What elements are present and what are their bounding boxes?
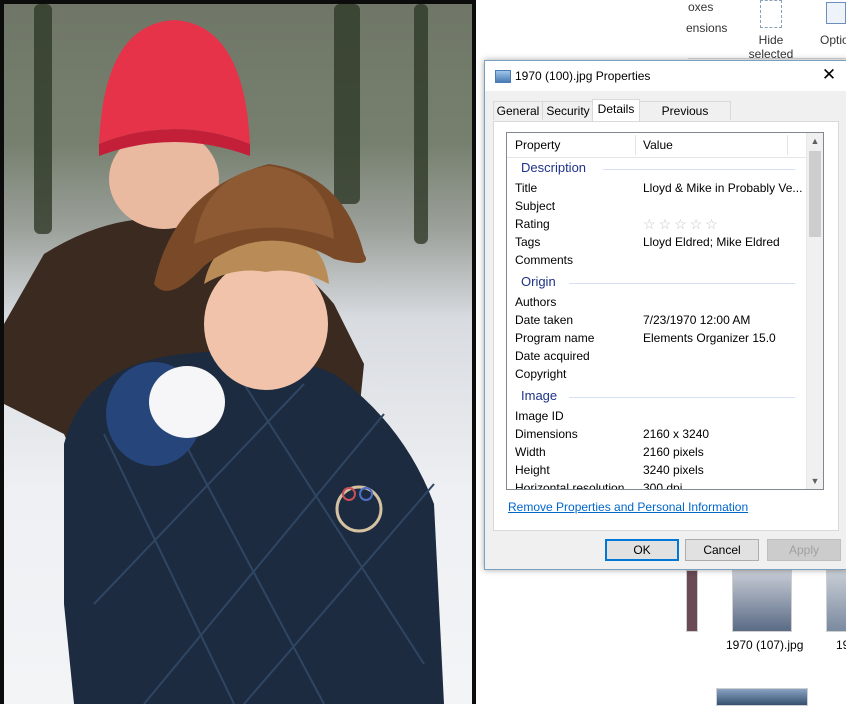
section-divider bbox=[569, 397, 795, 398]
property-row-date-taken[interactable]: Date taken 7/23/1970 12:00 AM bbox=[507, 311, 807, 329]
column-divider[interactable] bbox=[787, 135, 788, 155]
property-name: Rating bbox=[515, 217, 550, 231]
dialog-title: 1970 (100).jpg Properties bbox=[515, 69, 651, 83]
scroll-thumb[interactable] bbox=[809, 151, 821, 237]
file-thumbnail[interactable] bbox=[826, 570, 846, 632]
property-row-copyright[interactable]: Copyright bbox=[507, 365, 807, 383]
remove-properties-link[interactable]: Remove Properties and Personal Informati… bbox=[508, 500, 748, 514]
file-thumbnail[interactable] bbox=[716, 688, 808, 706]
property-name: Tags bbox=[515, 235, 541, 249]
section-heading: Description bbox=[521, 160, 587, 175]
star-icon[interactable]: ☆ bbox=[674, 215, 687, 233]
file-caption[interactable]: 19 bbox=[836, 638, 846, 652]
property-row-horizontal-resolution[interactable]: Horizontal resolution 300 dpi bbox=[507, 479, 807, 490]
apply-button[interactable]: Apply bbox=[767, 539, 841, 561]
section-image: Image bbox=[507, 387, 807, 407]
property-row-width[interactable]: Width 2160 pixels bbox=[507, 443, 807, 461]
column-divider[interactable] bbox=[635, 135, 636, 155]
property-value[interactable]: 2160 pixels bbox=[643, 443, 803, 461]
property-value[interactable]: 300 dpi bbox=[643, 479, 803, 489]
property-value[interactable]: 7/23/1970 12:00 AM bbox=[643, 311, 803, 329]
section-description: Description bbox=[507, 159, 807, 179]
property-name: Authors bbox=[515, 295, 557, 309]
ribbon-extensions-fragment[interactable]: ensions bbox=[686, 21, 727, 35]
tab-general[interactable]: General bbox=[493, 101, 543, 120]
properties-dialog: 1970 (100).jpg Properties ✕ General Secu… bbox=[484, 60, 846, 570]
property-name: Date taken bbox=[515, 313, 574, 327]
property-name: Width bbox=[515, 445, 546, 459]
star-icon[interactable]: ☆ bbox=[690, 215, 703, 233]
property-row-dimensions[interactable]: Dimensions 2160 x 3240 bbox=[507, 425, 807, 443]
property-row-date-acquired[interactable]: Date acquired bbox=[507, 347, 807, 365]
star-icon[interactable]: ☆ bbox=[659, 215, 672, 233]
property-row-comments[interactable]: Comments bbox=[507, 251, 807, 269]
property-value[interactable]: 2160 x 3240 bbox=[643, 425, 803, 443]
photo-image bbox=[4, 4, 472, 704]
property-name: Date acquired bbox=[515, 349, 590, 363]
property-name: Height bbox=[515, 463, 550, 477]
ok-button[interactable]: OK bbox=[605, 539, 679, 561]
star-icon[interactable]: ☆ bbox=[643, 215, 656, 233]
property-row-subject[interactable]: Subject bbox=[507, 197, 807, 215]
close-button[interactable]: ✕ bbox=[819, 65, 839, 85]
details-panel: Property Value Description Title Lloyd &… bbox=[493, 121, 839, 531]
property-name: Comments bbox=[515, 253, 574, 267]
property-value[interactable]: Lloyd Eldred; Mike Eldred bbox=[643, 233, 803, 251]
property-row-authors[interactable]: Authors bbox=[507, 293, 807, 311]
property-name: Copyright bbox=[515, 367, 567, 381]
property-value[interactable]: 3240 pixels bbox=[643, 461, 803, 479]
properties-list[interactable]: Property Value Description Title Lloyd &… bbox=[506, 132, 824, 490]
file-thumbnail[interactable] bbox=[686, 570, 698, 632]
scroll-down-icon[interactable]: ▼ bbox=[807, 473, 823, 489]
hide-selected-label: Hide selected bbox=[748, 33, 794, 61]
property-row-tags[interactable]: Tags Lloyd Eldred; Mike Eldred bbox=[507, 233, 807, 251]
section-origin: Origin bbox=[507, 273, 807, 293]
property-row-title[interactable]: Title Lloyd & Mike in Probably Ve... bbox=[507, 179, 807, 197]
file-grid: 1970 (107).jpg 19 bbox=[686, 570, 846, 706]
explorer-ribbon: oxes ensions Hide selected items Optio bbox=[476, 0, 846, 75]
list-header: Property Value bbox=[507, 133, 807, 158]
property-name: Dimensions bbox=[515, 427, 578, 441]
image-file-icon bbox=[495, 70, 511, 83]
cancel-button[interactable]: Cancel bbox=[685, 539, 759, 561]
scroll-up-icon[interactable]: ▲ bbox=[807, 133, 823, 149]
property-name: Title bbox=[515, 181, 538, 195]
property-value[interactable]: Elements Organizer 15.0 bbox=[643, 329, 803, 347]
photo-preview bbox=[0, 0, 476, 704]
section-divider bbox=[569, 283, 795, 284]
property-name: Image ID bbox=[515, 409, 564, 423]
property-row-image-id[interactable]: Image ID bbox=[507, 407, 807, 425]
tab-previous-versions[interactable]: Previous Versions bbox=[639, 101, 731, 136]
column-header-value[interactable]: Value bbox=[643, 133, 673, 157]
vertical-scrollbar[interactable]: ▲ ▼ bbox=[806, 133, 823, 489]
section-heading: Image bbox=[521, 388, 558, 403]
section-divider bbox=[603, 169, 795, 170]
dialog-titlebar[interactable]: 1970 (100).jpg Properties ✕ bbox=[485, 61, 846, 91]
section-heading: Origin bbox=[521, 274, 556, 289]
property-name: Subject bbox=[515, 199, 556, 213]
property-row-rating[interactable]: Rating ☆ ☆ ☆ ☆ ☆ bbox=[507, 215, 807, 233]
star-icon[interactable]: ☆ bbox=[705, 215, 718, 233]
tab-security[interactable]: Security bbox=[542, 101, 594, 120]
column-header-property[interactable]: Property bbox=[515, 133, 560, 157]
property-value[interactable]: Lloyd & Mike in Probably Ve... bbox=[643, 179, 803, 197]
file-thumbnail[interactable] bbox=[732, 570, 792, 632]
property-name: Program name bbox=[515, 331, 595, 345]
tab-bar: General Security Details Previous Versio… bbox=[493, 99, 839, 136]
property-name: Horizontal resolution bbox=[515, 481, 625, 490]
children-illustration bbox=[4, 20, 444, 704]
options-button[interactable]: Optio bbox=[820, 33, 846, 47]
property-row-height[interactable]: Height 3240 pixels bbox=[507, 461, 807, 479]
rating-stars[interactable]: ☆ ☆ ☆ ☆ ☆ bbox=[643, 215, 803, 234]
tab-details[interactable]: Details bbox=[592, 99, 640, 121]
property-row-program-name[interactable]: Program name Elements Organizer 15.0 bbox=[507, 329, 807, 347]
close-icon: ✕ bbox=[821, 65, 837, 84]
ribbon-select-boxes-fragment[interactable]: oxes bbox=[688, 0, 713, 14]
options-icon bbox=[826, 2, 846, 24]
file-caption[interactable]: 1970 (107).jpg bbox=[726, 638, 803, 652]
hide-selected-icon bbox=[760, 0, 782, 28]
